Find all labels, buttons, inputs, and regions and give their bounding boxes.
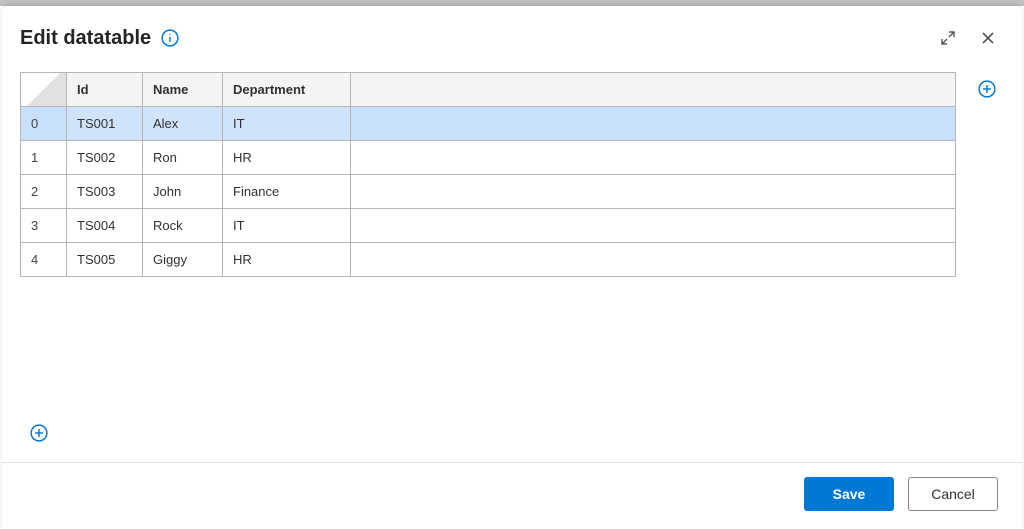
cell-id[interactable]: TS004 <box>67 209 143 243</box>
table-row[interactable]: 3TS004RockIT <box>21 209 956 243</box>
table-row[interactable]: 1TS002RonHR <box>21 141 956 175</box>
row-index-cell[interactable]: 4 <box>21 243 67 277</box>
cell-id[interactable]: TS003 <box>67 175 143 209</box>
cell-id[interactable]: TS005 <box>67 243 143 277</box>
table-row[interactable]: 0TS001AlexIT <box>21 107 956 141</box>
cell-empty[interactable] <box>351 141 956 175</box>
close-icon <box>980 30 996 46</box>
row-index-cell[interactable]: 0 <box>21 107 67 141</box>
row-index-cell[interactable]: 1 <box>21 141 67 175</box>
cell-department[interactable]: HR <box>223 141 351 175</box>
cell-empty[interactable] <box>351 175 956 209</box>
table-row[interactable]: 2TS003JohnFinance <box>21 175 956 209</box>
header-row: Id Name Department <box>21 73 956 107</box>
cell-department[interactable]: IT <box>223 209 351 243</box>
cell-department[interactable]: IT <box>223 107 351 141</box>
cell-empty[interactable] <box>351 209 956 243</box>
dialog-body: Id Name Department 0TS001AlexIT1TS002Ron… <box>2 64 1022 462</box>
datatable[interactable]: Id Name Department 0TS001AlexIT1TS002Ron… <box>20 72 956 277</box>
dialog-title: Edit datatable <box>20 27 151 50</box>
row-index-cell[interactable]: 3 <box>21 209 67 243</box>
cell-name[interactable]: John <box>143 175 223 209</box>
cell-name[interactable]: Rock <box>143 209 223 243</box>
cell-name[interactable]: Alex <box>143 107 223 141</box>
col-header-empty[interactable] <box>351 73 956 107</box>
add-row-button[interactable] <box>28 422 50 444</box>
cell-name[interactable]: Giggy <box>143 243 223 277</box>
col-header-department[interactable]: Department <box>223 73 351 107</box>
edit-datatable-dialog: Edit datatable <box>2 6 1022 529</box>
plus-circle-icon <box>978 80 996 98</box>
dialog-header: Edit datatable <box>2 6 1022 64</box>
dialog-footer: Save Cancel <box>2 462 1022 529</box>
add-column-button[interactable] <box>976 78 998 100</box>
cell-id[interactable]: TS002 <box>67 141 143 175</box>
table-row[interactable]: 4TS005GiggyHR <box>21 243 956 277</box>
cell-name[interactable]: Ron <box>143 141 223 175</box>
plus-circle-icon <box>30 424 48 442</box>
close-button[interactable] <box>972 22 1004 54</box>
save-button[interactable]: Save <box>804 477 894 511</box>
cell-empty[interactable] <box>351 243 956 277</box>
expand-button[interactable] <box>932 22 964 54</box>
expand-icon <box>940 30 956 46</box>
row-index-cell[interactable]: 2 <box>21 175 67 209</box>
cancel-button[interactable]: Cancel <box>908 477 998 511</box>
cell-empty[interactable] <box>351 107 956 141</box>
info-icon[interactable] <box>161 29 179 47</box>
select-all-corner[interactable] <box>21 73 67 107</box>
cell-department[interactable]: Finance <box>223 175 351 209</box>
cell-department[interactable]: HR <box>223 243 351 277</box>
cell-id[interactable]: TS001 <box>67 107 143 141</box>
col-header-id[interactable]: Id <box>67 73 143 107</box>
col-header-name[interactable]: Name <box>143 73 223 107</box>
